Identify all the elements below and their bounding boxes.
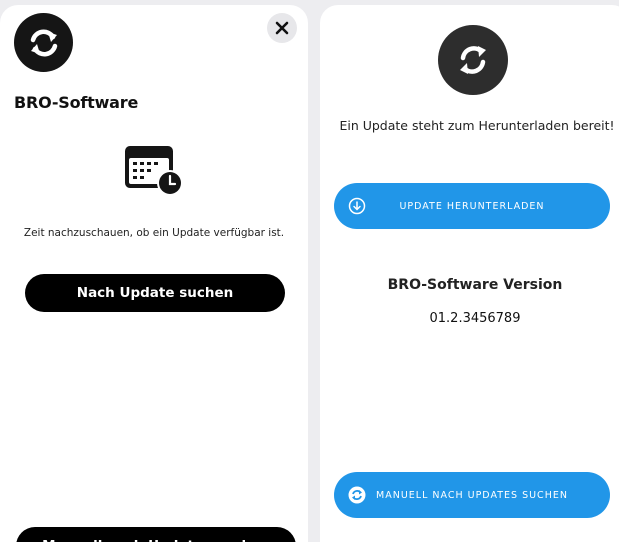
manual-update-search-label: MANUELL NACH UPDATES SUCHEN	[376, 489, 568, 501]
info-text: Zeit nachzuschauen, ob ein Update verfüg…	[23, 227, 285, 239]
manual-update-search-button[interactable]: MANUELL NACH UPDATES SUCHEN	[334, 472, 610, 518]
refresh-icon	[348, 486, 366, 504]
search-update-button[interactable]: Nach Update suchen	[25, 274, 285, 312]
download-update-label: UPDATE HERUNTERLADEN	[399, 200, 545, 212]
close-button[interactable]	[267, 13, 297, 43]
sync-arrows-icon	[14, 13, 73, 72]
download-icon	[348, 197, 366, 215]
version-number: 01.2.3456789	[429, 311, 521, 326]
app-title: BRO-Software	[14, 93, 139, 112]
calendar-clock-icon	[124, 145, 186, 197]
manual-search-button[interactable]: Manuell nach Updates suchen	[16, 527, 296, 542]
version-label: BRO-Software Version	[387, 277, 563, 293]
update-available-message: Ein Update steht zum Herunterladen berei…	[339, 118, 615, 133]
close-icon	[275, 21, 289, 35]
download-update-button[interactable]: UPDATE HERUNTERLADEN	[334, 183, 610, 229]
sync-icon	[438, 25, 508, 95]
right-panel: Ein Update steht zum Herunterladen berei…	[320, 5, 619, 542]
left-panel: BRO-Software Zeit nachzuschauen, ob ein …	[0, 5, 308, 542]
